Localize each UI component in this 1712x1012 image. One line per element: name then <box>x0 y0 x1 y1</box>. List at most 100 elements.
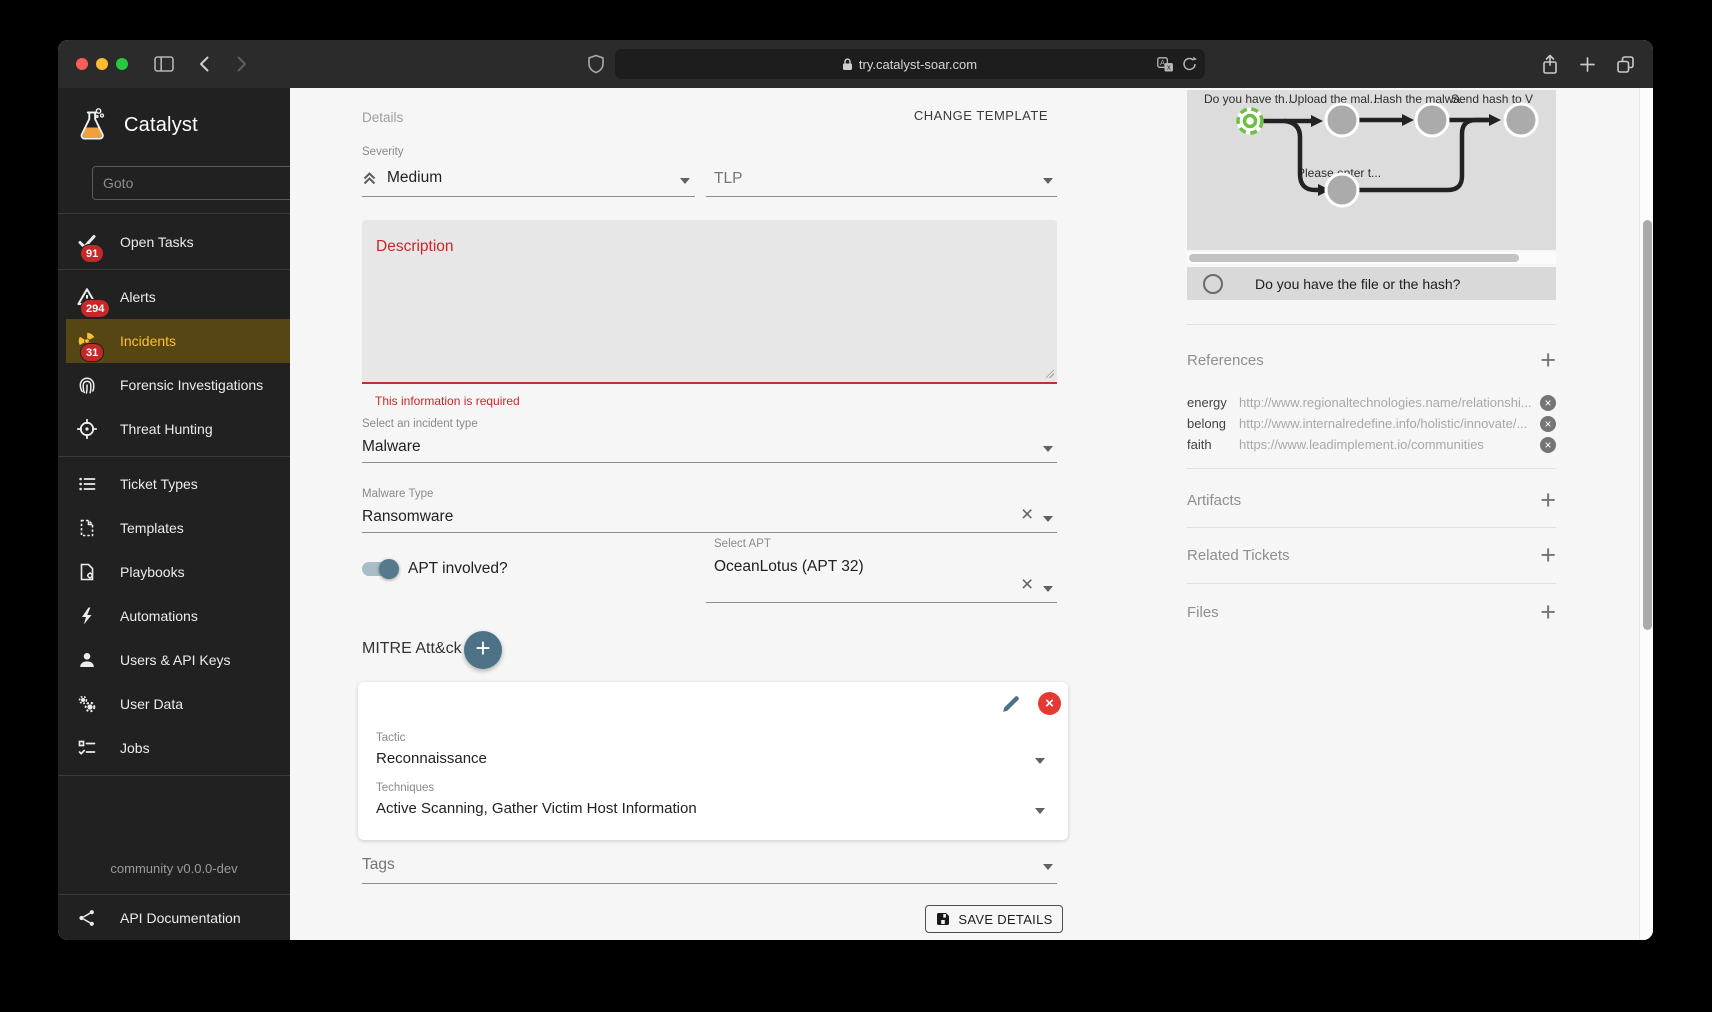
traffic-lights <box>72 58 128 70</box>
chevron-down-icon[interactable] <box>1043 446 1053 452</box>
privacy-shield-icon[interactable] <box>587 54 605 74</box>
graph-node-start[interactable] <box>1237 108 1264 135</box>
remove-reference-icon[interactable]: × <box>1540 416 1556 432</box>
incident-type-select[interactable]: Malware <box>362 438 421 456</box>
sidebar-item-templates[interactable]: Templates <box>58 506 290 550</box>
edit-pencil-icon[interactable] <box>1000 694 1021 715</box>
clear-icon[interactable]: × <box>1021 504 1033 525</box>
sidebar-item-forensic-investigations[interactable]: Forensic Investigations <box>58 363 290 407</box>
save-details-button[interactable]: SAVE DETAILS <box>925 905 1063 933</box>
maximize-window-button[interactable] <box>116 58 128 70</box>
tab-overview-icon[interactable] <box>1616 55 1635 74</box>
page-scrollbar-thumb[interactable] <box>1643 220 1652 630</box>
reference-item: energy http://www.regionaltechnologies.n… <box>1187 392 1556 413</box>
tags-select[interactable]: Tags <box>362 856 395 874</box>
page-scrollbar[interactable] <box>1639 88 1653 940</box>
techniques-select[interactable]: Active Scanning, Gather Victim Host Info… <box>376 800 697 817</box>
add-reference-icon[interactable]: + <box>1540 350 1556 370</box>
graph-node[interactable] <box>1416 104 1448 136</box>
reference-name[interactable]: belong <box>1187 416 1239 431</box>
reload-icon[interactable] <box>1182 56 1197 72</box>
sidebar-item-users-api-keys[interactable]: Users & API Keys <box>58 638 290 682</box>
check-icon: 91 <box>74 229 100 255</box>
lightning-bolt-icon <box>74 603 100 629</box>
chevron-down-icon[interactable] <box>1043 864 1053 870</box>
change-template-button[interactable]: CHANGE TEMPLATE <box>830 108 1048 123</box>
graph-node[interactable] <box>1326 104 1358 136</box>
files-header: Files + <box>1187 594 1556 630</box>
remove-reference-icon[interactable]: × <box>1540 395 1556 411</box>
graph-scrollbar[interactable] <box>1187 252 1556 264</box>
warning-icon: 294 <box>74 284 100 310</box>
severity-value: Medium <box>387 169 442 187</box>
reference-url[interactable]: http://www.internalredefine.info/holisti… <box>1239 416 1532 431</box>
new-tab-icon[interactable] <box>1579 56 1596 73</box>
sidebar-item-user-data[interactable]: User Data <box>58 682 290 726</box>
back-button[interactable] <box>196 55 214 73</box>
chevron-down-icon[interactable] <box>680 178 690 184</box>
reference-url[interactable]: https://www.leadimplement.io/communities <box>1239 437 1532 452</box>
apt-toggle-knob[interactable] <box>379 559 399 579</box>
reference-url[interactable]: http://www.regionaltechnologies.name/rel… <box>1239 395 1532 410</box>
minimize-window-button[interactable] <box>96 58 108 70</box>
divider <box>1187 583 1556 584</box>
version-text: community v0.0.0-dev <box>58 839 290 894</box>
catalyst-flask-logo <box>74 106 110 144</box>
forward-button[interactable] <box>232 55 250 73</box>
chevron-down-icon[interactable] <box>1043 178 1053 184</box>
malware-type-select[interactable]: Ransomware <box>362 508 453 526</box>
chevron-down-icon[interactable] <box>1035 808 1045 814</box>
graph-scrollbar-thumb[interactable] <box>1189 254 1519 262</box>
severity-medium-icon <box>360 168 379 187</box>
reference-name[interactable]: energy <box>1187 395 1239 410</box>
sidebar-item-playbooks[interactable]: Playbooks <box>58 550 290 594</box>
share-icon[interactable] <box>1541 54 1559 75</box>
sidebar-item-automations[interactable]: Automations <box>58 594 290 638</box>
mitre-add-button[interactable]: + <box>464 631 502 669</box>
graph-node[interactable] <box>1505 104 1537 136</box>
resize-grip[interactable] <box>1045 369 1054 378</box>
sidebar-item-threat-hunting[interactable]: Threat Hunting <box>58 407 290 451</box>
chevron-down-icon[interactable] <box>1035 758 1045 764</box>
sidebar-toggle-icon[interactable] <box>154 55 174 73</box>
close-window-button[interactable] <box>76 58 88 70</box>
description-textarea[interactable]: Description <box>362 220 1057 384</box>
tlp-select[interactable]: TLP <box>714 170 742 188</box>
chevron-down-icon[interactable] <box>1043 516 1053 522</box>
delete-circle-icon[interactable]: × <box>1038 692 1061 715</box>
divider <box>58 269 290 270</box>
clear-icon[interactable]: × <box>1021 574 1033 595</box>
remove-reference-icon[interactable]: × <box>1540 437 1556 453</box>
sidebar-item-ticket-types[interactable]: Ticket Types <box>58 462 290 506</box>
sidebar-item-open-tasks[interactable]: 91 Open Tasks <box>58 220 290 264</box>
task-radio[interactable] <box>1203 274 1223 294</box>
apt-toggle[interactable] <box>362 562 398 576</box>
save-floppy-icon <box>935 911 951 927</box>
add-file-icon[interactable]: + <box>1540 602 1556 622</box>
open-tasks-badge: 91 <box>80 244 104 263</box>
techniques-label: Techniques <box>376 782 434 794</box>
checklist-icon <box>74 735 100 761</box>
malware-type-label: Malware Type <box>362 488 433 500</box>
reference-item: faith https://www.leadimplement.io/commu… <box>1187 434 1556 455</box>
sidebar-item-incidents[interactable]: 31 Incidents <box>66 319 290 363</box>
sidebar-item-alerts[interactable]: 294 Alerts <box>58 275 290 319</box>
playbook-graph[interactable]: Do you have th... Upload the mal... Hash… <box>1187 90 1556 250</box>
select-apt-select[interactable]: OceanLotus (APT 32) <box>714 558 864 576</box>
incidents-badge: 31 <box>80 343 104 362</box>
related-tickets-title: Related Tickets <box>1187 547 1290 564</box>
sidebar-item-jobs[interactable]: Jobs <box>58 726 290 770</box>
goto-input[interactable] <box>92 166 295 200</box>
severity-select[interactable]: Medium <box>360 168 695 187</box>
playbook-task-row[interactable]: Do you have the file or the hash? <box>1187 267 1556 300</box>
tactic-select[interactable]: Reconnaissance <box>376 750 487 767</box>
add-artifact-icon[interactable]: + <box>1540 490 1556 510</box>
address-bar[interactable]: try.catalyst-soar.com Ax <box>615 49 1205 79</box>
chevron-down-icon[interactable] <box>1043 586 1053 592</box>
reference-name[interactable]: faith <box>1187 437 1239 452</box>
graph-node[interactable] <box>1326 174 1358 206</box>
translate-icon[interactable]: Ax <box>1157 57 1174 72</box>
sidebar-item-api-documentation[interactable]: API Documentation <box>58 894 290 940</box>
graph-node-label: Do you have th... <box>1204 92 1295 106</box>
add-related-ticket-icon[interactable]: + <box>1540 545 1556 565</box>
